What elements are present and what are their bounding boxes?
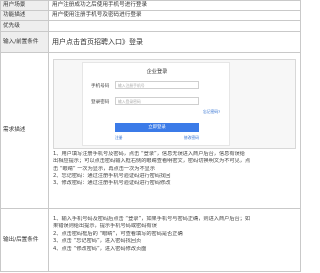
post-line: 1、输入手机号码及密码后点击 “登录”，如果手机号与密码正确，则进入商户后台；如 <box>53 216 251 222</box>
login-panel: 企业登录 手机号码 输入注册手机号 登录密码 输入登录密码 忘记密码? 立即登录… <box>82 62 230 146</box>
description-line: 1、用户填写注册手机号及密码，点击 “登录”，信息无误进入商户后台，信息有误给 <box>53 151 245 157</box>
post-line: 4、点击 “修改密码”，进入密码修改页面 <box>53 245 147 252</box>
password-input[interactable]: 输入登录密码 <box>115 97 199 105</box>
phone-label: 手机号码 <box>91 84 110 89</box>
login-title: 企业登录 <box>146 69 168 75</box>
description-line: 2、忘记密码：通过注册手机号验证码进行密码找回 <box>53 172 171 179</box>
table-row: 用户场景 用户注册成功之后使用手机号进行登录 <box>1 1 300 11</box>
row-label: 输入/前置条件 <box>1 32 49 52</box>
table-row: 输入/前置条件 用户点击首页招聘入口》登录 <box>1 32 300 53</box>
row-label: 功能描述 <box>1 11 49 20</box>
post-line: 2、点击密码框后的 “眼睛”，可查看填写的密码是否正确 <box>53 230 183 237</box>
post-line: 果错误则给出提示，提示手机号码或密码有误 <box>53 223 157 230</box>
register-link[interactable]: 注册 <box>115 135 123 141</box>
change-password-link[interactable]: 修改密码 <box>184 135 199 141</box>
description-line: 出相应提示；可以点击密码输入框右侧的眼睛查看明密文，密码切换明文为不可见，点 <box>53 158 251 165</box>
table-row: 功能描述 用户使用注册手机号及密码进行登录 <box>1 11 300 21</box>
row-label: 需求描述 <box>1 53 49 208</box>
table-row: 优先级 <box>1 21 300 32</box>
login-button[interactable]: 立即登录 <box>115 123 199 132</box>
post-line: 3、点击 “忘记密码”，进入密码找回页 <box>53 238 142 245</box>
row-label: 输出/后置条件 <box>1 209 49 271</box>
row-value: 用户点击首页招聘入口》登录 <box>52 37 143 46</box>
row-label: 优先级 <box>1 21 49 31</box>
row-label: 用户场景 <box>1 1 49 10</box>
password-label: 登录密码 <box>91 100 110 105</box>
phone-input[interactable]: 输入注册手机号 <box>115 81 199 89</box>
description-line: 击 “眼睛” 一次为显示，再点击一次为不显示 <box>53 165 156 172</box>
row-value: 用户注册成功之后使用手机号进行登录 <box>52 2 148 8</box>
row-value: 用户使用注册手机号及密码进行登录 <box>52 12 142 18</box>
row-value <box>49 21 300 31</box>
description-line: 3、修改密码：通过注册手机号验证码进行密码修改 <box>53 180 171 187</box>
description-text: 1、用户填写注册手机号及密码，点击 “登录”，信息无误进入商户后台，信息有误给 … <box>53 151 297 187</box>
forgot-password-link[interactable]: 忘记密码? <box>203 109 220 115</box>
post-condition-text: 1、输入手机号码及密码后点击 “登录”，如果手机号与密码正确，则进入商户后台；如… <box>53 216 297 253</box>
